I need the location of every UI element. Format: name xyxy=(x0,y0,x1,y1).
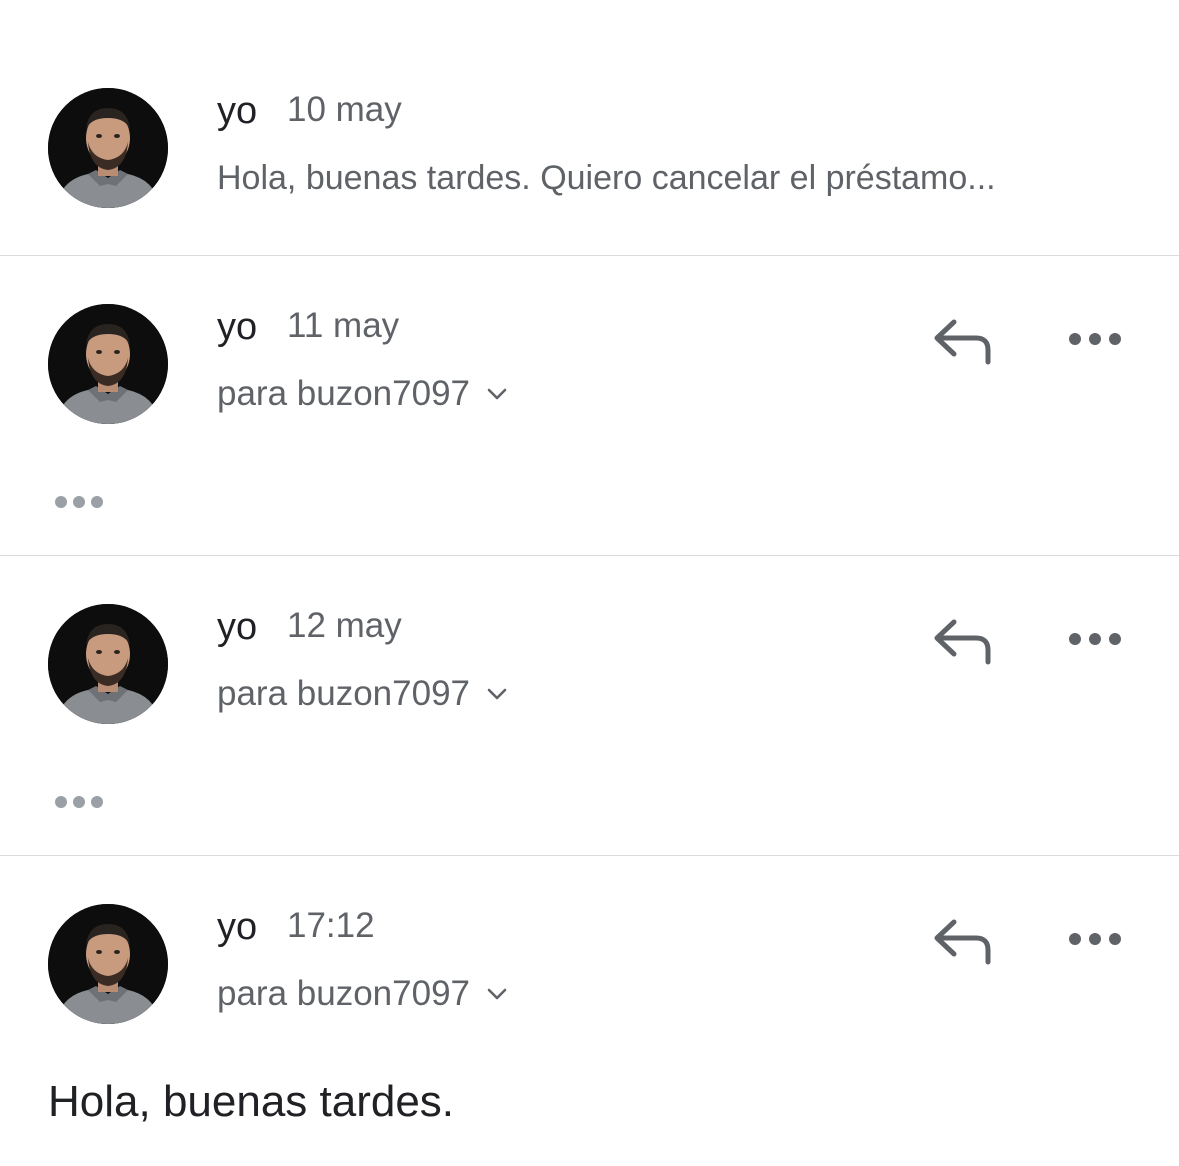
reply-icon[interactable] xyxy=(930,916,996,966)
sender-name: yo xyxy=(217,906,258,948)
avatar-image xyxy=(48,604,168,724)
message-time: 17:12 xyxy=(287,906,375,945)
message-date: 11 may xyxy=(287,306,400,345)
recipient-details-toggle[interactable]: para buzon7097 xyxy=(217,676,508,711)
recipient-label: para buzon7097 xyxy=(217,374,470,413)
avatar-image xyxy=(48,904,168,1024)
message-divider xyxy=(0,255,1179,256)
avatar-image xyxy=(48,304,168,424)
message-body: Hola, buenas tardes. xyxy=(48,1077,455,1126)
message-snippet: Hola, buenas tardes. Quiero cancelar el … xyxy=(217,159,996,197)
sender-avatar xyxy=(48,304,168,424)
sender-avatar xyxy=(48,904,168,1024)
recipient-details-toggle[interactable]: para buzon7097 xyxy=(217,976,508,1011)
sender-avatar xyxy=(48,88,168,208)
message-date: 10 may xyxy=(287,90,402,129)
chevron-down-icon xyxy=(486,987,508,1001)
message-date: 12 may xyxy=(287,606,402,645)
sender-avatar xyxy=(48,604,168,724)
reply-icon[interactable] xyxy=(930,616,996,666)
more-options-icon[interactable] xyxy=(1064,928,1126,950)
sender-name: yo xyxy=(217,306,258,348)
show-trimmed-content-icon[interactable] xyxy=(52,493,106,511)
sender-name: yo xyxy=(217,90,258,132)
reply-icon[interactable] xyxy=(930,316,996,366)
message-divider xyxy=(0,555,1179,556)
show-trimmed-content-icon[interactable] xyxy=(52,793,106,811)
recipient-label: para buzon7097 xyxy=(217,674,470,713)
message-divider xyxy=(0,855,1179,856)
more-options-icon[interactable] xyxy=(1064,628,1126,650)
sender-name: yo xyxy=(217,606,258,648)
more-options-icon[interactable] xyxy=(1064,328,1126,350)
chevron-down-icon xyxy=(486,687,508,701)
chevron-down-icon xyxy=(486,387,508,401)
recipient-details-toggle[interactable]: para buzon7097 xyxy=(217,376,508,411)
avatar-image xyxy=(48,88,168,208)
email-thread: yo 10 may Hola, buenas tardes. Quiero ca… xyxy=(0,0,1179,1166)
recipient-label: para buzon7097 xyxy=(217,974,470,1013)
